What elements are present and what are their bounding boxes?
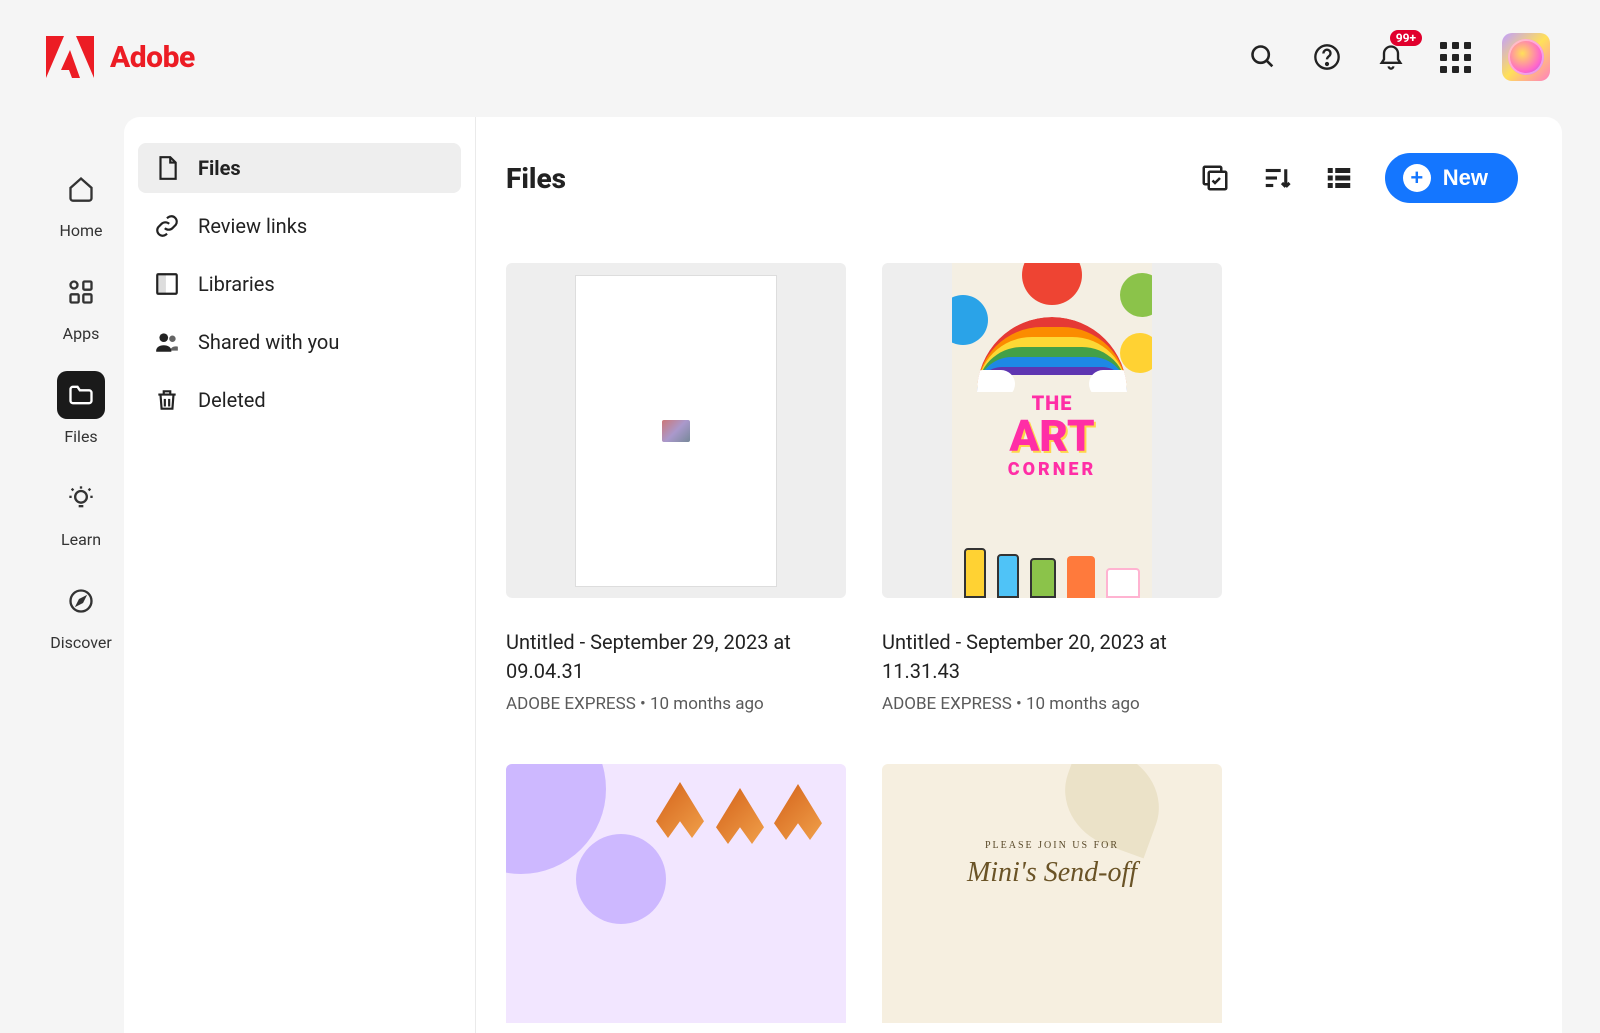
- help-icon[interactable]: [1310, 40, 1344, 74]
- brand[interactable]: Adobe: [46, 36, 195, 78]
- home-icon: [57, 165, 105, 213]
- main-tools: + New: [1199, 153, 1518, 203]
- panel-item-label: Libraries: [198, 272, 275, 296]
- rail-item-home[interactable]: Home: [57, 165, 105, 240]
- secondary-nav-panel: Files Review links Libraries Shared with…: [124, 117, 476, 1033]
- file-thumbnail: [506, 764, 846, 1023]
- avatar[interactable]: [1502, 33, 1550, 81]
- sort-icon[interactable]: [1261, 162, 1293, 194]
- adobe-logo-icon: [46, 36, 94, 78]
- panel-item-review-links[interactable]: Review links: [138, 201, 461, 251]
- file-title: Untitled - September 29, 2023 at 09.04.3…: [506, 628, 846, 686]
- rail-label: Files: [64, 427, 97, 446]
- header-bar: Adobe 99+: [38, 22, 1562, 92]
- panel-item-label: Shared with you: [198, 330, 339, 354]
- file-meta: ADOBE EXPRESS • 10 months ago: [506, 694, 846, 714]
- file-card[interactable]: [506, 764, 846, 1023]
- link-icon: [154, 213, 180, 239]
- brand-name: Adobe: [110, 40, 195, 75]
- header-actions: 99+: [1246, 33, 1550, 81]
- rail-label: Discover: [50, 633, 112, 652]
- nav-rail: Home Apps Files Learn: [38, 117, 124, 1033]
- main-content: Files + New: [476, 117, 1562, 1033]
- panel-item-label: Files: [198, 156, 241, 180]
- main-header: Files + New: [506, 153, 1518, 203]
- new-button-label: New: [1443, 165, 1488, 191]
- notification-badge: 99+: [1390, 30, 1422, 46]
- plus-icon: +: [1403, 164, 1431, 192]
- people-icon: [154, 329, 180, 355]
- rail-label: Learn: [61, 530, 101, 549]
- panel-item-label: Review links: [198, 214, 307, 238]
- rail-label: Apps: [63, 324, 100, 343]
- panel-item-label: Deleted: [198, 388, 266, 412]
- file-thumbnail: [506, 263, 846, 598]
- rail-item-files[interactable]: Files: [57, 371, 105, 446]
- document-icon: [154, 155, 180, 181]
- folder-icon: [57, 371, 105, 419]
- file-card[interactable]: Please join us for Mini's Send-off: [882, 764, 1222, 1023]
- lightbulb-icon: [57, 474, 105, 522]
- panel-item-deleted[interactable]: Deleted: [138, 375, 461, 425]
- libraries-icon: [154, 271, 180, 297]
- app-switcher-icon[interactable]: [1438, 40, 1472, 74]
- file-thumbnail: THE ART CORNER: [882, 263, 1222, 598]
- page-title: Files: [506, 162, 566, 195]
- notifications-icon[interactable]: 99+: [1374, 40, 1408, 74]
- compass-icon: [57, 577, 105, 625]
- list-view-icon[interactable]: [1323, 162, 1355, 194]
- rail-item-learn[interactable]: Learn: [57, 474, 105, 549]
- rail-item-apps[interactable]: Apps: [57, 268, 105, 343]
- select-mode-icon[interactable]: [1199, 162, 1231, 194]
- file-card[interactable]: Untitled - September 29, 2023 at 09.04.3…: [506, 263, 846, 714]
- trash-icon: [154, 387, 180, 413]
- panel-item-files[interactable]: Files: [138, 143, 461, 193]
- new-button[interactable]: + New: [1385, 153, 1518, 203]
- file-grid: Untitled - September 29, 2023 at 09.04.3…: [506, 263, 1518, 1023]
- rail-label: Home: [59, 221, 102, 240]
- file-title: Untitled - September 20, 2023 at 11.31.4…: [882, 628, 1222, 686]
- panel-item-libraries[interactable]: Libraries: [138, 259, 461, 309]
- apps-icon: [57, 268, 105, 316]
- rail-item-discover[interactable]: Discover: [50, 577, 112, 652]
- file-thumbnail: Please join us for Mini's Send-off: [882, 764, 1222, 1023]
- panel-item-shared[interactable]: Shared with you: [138, 317, 461, 367]
- file-card[interactable]: THE ART CORNER Untitled - September 20, …: [882, 263, 1222, 714]
- search-icon[interactable]: [1246, 40, 1280, 74]
- file-meta: ADOBE EXPRESS • 10 months ago: [882, 694, 1222, 714]
